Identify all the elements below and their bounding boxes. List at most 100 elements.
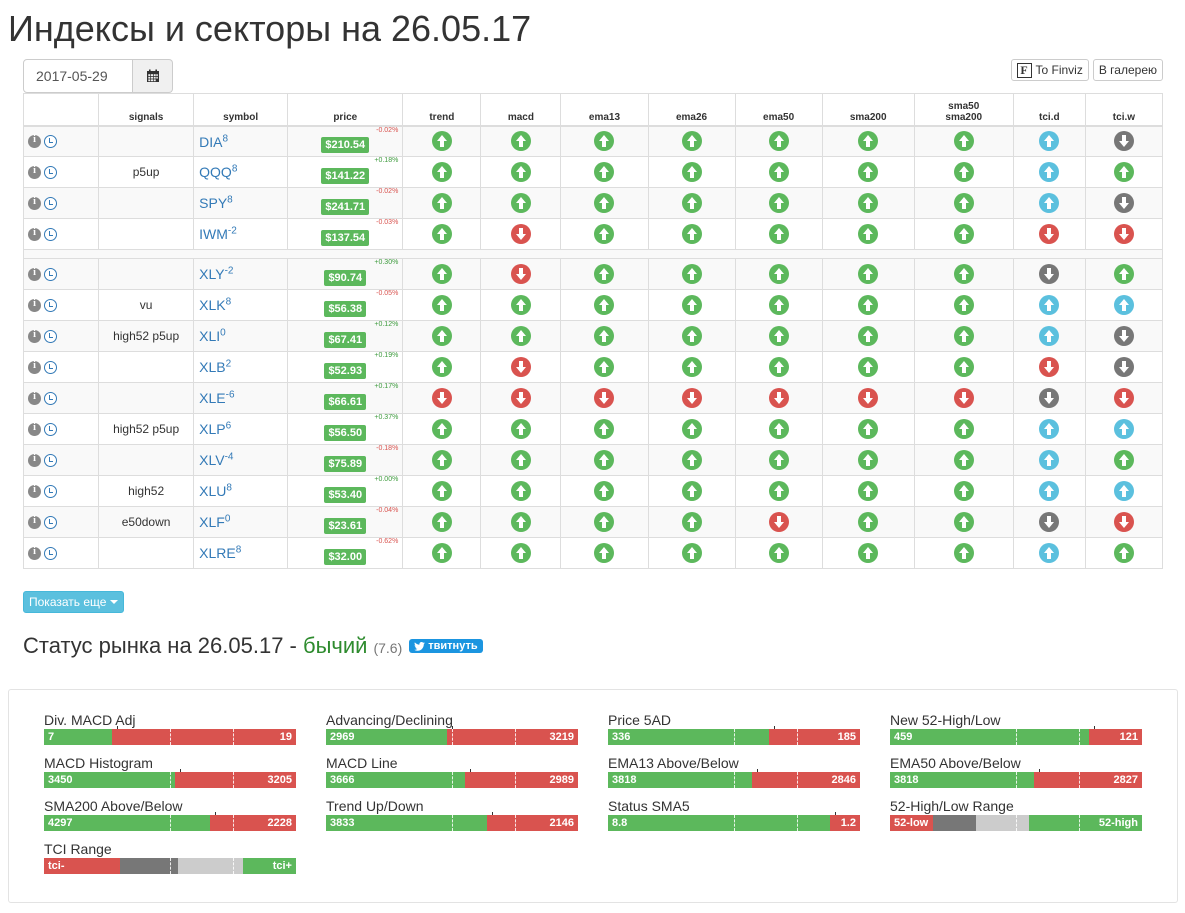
symbol-link[interactable]: XLF0 (199, 514, 230, 531)
show-more-button[interactable]: Показать еще (23, 591, 125, 613)
sma200-cell (821, 218, 915, 250)
bar-tick-marker (469, 769, 471, 772)
header-signals[interactable]: signals (98, 93, 195, 126)
arrow-down-icon (1113, 224, 1134, 244)
arrow-up-icon (953, 193, 974, 213)
info-icon[interactable] (28, 134, 41, 149)
header-trend[interactable]: trend (402, 93, 482, 126)
arrow-down-icon (1039, 357, 1060, 377)
arrow-down-icon (1113, 326, 1134, 346)
arrow-up-icon (431, 131, 452, 152)
header-ema26[interactable]: ema26 (647, 93, 736, 126)
bar-dashed-marker (170, 729, 171, 745)
symbol-link[interactable]: XLE-6 (199, 390, 234, 407)
arrow-up-icon (594, 131, 615, 152)
price-badge: $210.54 (321, 136, 370, 153)
clock-icon[interactable] (44, 135, 57, 149)
header-macd[interactable]: macd (480, 93, 562, 126)
ema13-cell (560, 125, 649, 157)
clock-icon[interactable] (44, 454, 57, 468)
info-icon[interactable] (28, 298, 41, 313)
info-icon[interactable] (28, 422, 41, 437)
clock-icon[interactable] (44, 166, 57, 180)
info-icon[interactable] (28, 360, 41, 375)
header-tci-w[interactable]: tci.w (1084, 93, 1164, 126)
finviz-button[interactable]: F To Finviz (1010, 59, 1089, 81)
gallery-button[interactable]: В галерею (1092, 59, 1163, 81)
status-score: (7.6) (373, 640, 403, 656)
tci-w-cell (1084, 156, 1164, 188)
info-icon[interactable] (28, 227, 41, 242)
info-icon[interactable] (28, 546, 41, 561)
symbol-score: 8 (235, 544, 242, 556)
price-cell: -0.18% $75.89 (287, 444, 404, 476)
date-picker[interactable] (23, 59, 173, 93)
calendar-button[interactable] (133, 59, 173, 93)
clock-icon[interactable] (44, 392, 57, 406)
price-cell: -0.05% $56.38 (287, 289, 404, 321)
arrow-down-icon (510, 388, 531, 408)
row-actions-cell (22, 506, 100, 538)
clock-icon[interactable] (44, 547, 57, 561)
symbol-link[interactable]: XLI0 (199, 328, 226, 345)
info-icon[interactable] (28, 196, 41, 211)
clock-icon[interactable] (44, 228, 57, 242)
clock-icon[interactable] (44, 268, 57, 282)
arrow-up-icon (858, 419, 879, 439)
clock-icon[interactable] (44, 197, 57, 211)
clock-icon[interactable] (44, 423, 57, 437)
arrow-up-icon (510, 543, 531, 563)
header-sma50-sma200[interactable]: sma50 sma200 (913, 93, 1014, 126)
symbol-score: -2 (224, 265, 234, 277)
header-sma200[interactable]: sma200 (821, 93, 915, 126)
symbol-link[interactable]: XLY-2 (199, 265, 234, 283)
breadth-bar-item: MACD Histogram 3450 3205 (44, 755, 296, 788)
info-icon[interactable] (28, 453, 41, 468)
tci-w-cell (1084, 351, 1164, 383)
info-icon[interactable] (28, 484, 41, 499)
symbol-link[interactable]: XLV-4 (199, 452, 233, 469)
symbol-link[interactable]: XLRE8 (199, 544, 242, 562)
symbol-link[interactable]: DIA8 (199, 133, 228, 150)
symbol-link[interactable]: XLP6 (199, 421, 231, 438)
arrow-down-icon (1113, 512, 1134, 532)
clock-icon[interactable] (44, 485, 57, 499)
clock-icon[interactable] (44, 330, 57, 344)
price-cell: +0.19% $52.93 (287, 351, 404, 383)
price-cell: +0.18% $141.22 (287, 156, 404, 188)
ema50-cell (734, 218, 823, 250)
symbol-link[interactable]: IWM-2 (199, 226, 237, 243)
clock-icon[interactable] (44, 299, 57, 313)
header-ema13[interactable]: ema13 (560, 93, 649, 126)
header-ema50[interactable]: ema50 (734, 93, 823, 126)
symbol-link[interactable]: QQQ8 (199, 164, 237, 181)
date-input[interactable] (23, 59, 133, 93)
header-tci-d[interactable]: tci.d (1012, 93, 1086, 126)
symbol-link[interactable]: XLU8 (199, 483, 232, 500)
progress-bar: 52-low 52-high (890, 815, 1142, 831)
price-change: -0.03% (376, 219, 399, 226)
ema50-cell (734, 506, 823, 538)
bar-green-segment: 4297 (44, 815, 211, 831)
arrow-up-icon (768, 326, 789, 346)
macd-cell (480, 187, 562, 219)
info-icon[interactable] (28, 267, 41, 282)
info-icon[interactable] (28, 391, 41, 406)
info-icon[interactable] (28, 515, 41, 530)
info-icon[interactable] (28, 165, 41, 180)
symbol-link[interactable]: SPY8 (199, 195, 233, 212)
tweet-button[interactable]: твитнуть (409, 639, 483, 653)
clock-icon[interactable] (44, 516, 57, 530)
symbol-link[interactable]: XLK8 (199, 297, 231, 314)
info-icon[interactable] (28, 329, 41, 344)
arrow-up-icon (1039, 131, 1060, 152)
bar-green-segment: 3833 (326, 815, 488, 831)
tci-d-cell (1012, 475, 1086, 507)
arrow-down-icon (953, 388, 974, 408)
arrow-up-icon (681, 131, 702, 152)
clock-icon[interactable] (44, 361, 57, 375)
signals-cell: high52 (98, 475, 195, 507)
header-price[interactable]: price (287, 93, 404, 126)
symbol-link[interactable]: XLB2 (199, 359, 231, 376)
header-symbol[interactable]: symbol (193, 93, 289, 126)
